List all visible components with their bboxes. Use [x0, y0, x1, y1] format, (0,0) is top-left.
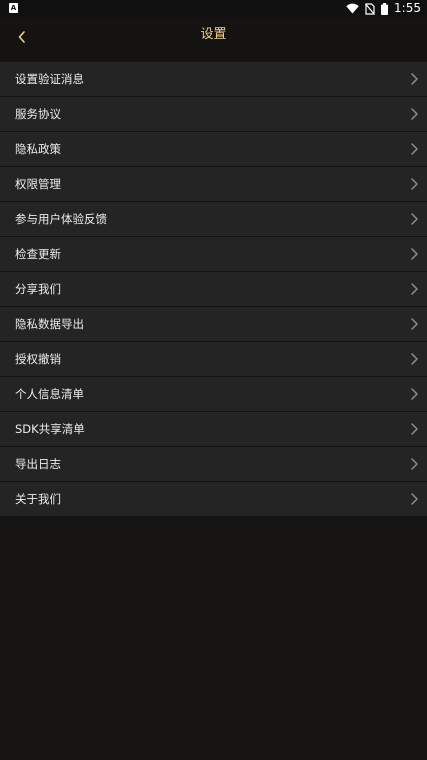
status-time: 1:55 [394, 1, 421, 15]
settings-item-label: 个人信息清单 [15, 387, 84, 401]
status-icons: 1:55 [346, 1, 421, 16]
no-sim-icon [365, 2, 376, 15]
settings-item[interactable]: 分享我们 [0, 272, 427, 307]
settings-item-label: 关于我们 [15, 492, 61, 506]
settings-item-label: 权限管理 [15, 177, 61, 191]
settings-item[interactable]: 隐私数据导出 [0, 307, 427, 342]
chevron-right-icon [411, 248, 418, 260]
settings-item-label: 参与用户体验反馈 [15, 212, 107, 226]
chevron-right-icon [411, 458, 418, 470]
settings-item[interactable]: 个人信息清单 [0, 377, 427, 412]
settings-item[interactable]: 关于我们 [0, 482, 427, 517]
settings-item[interactable]: 参与用户体验反馈 [0, 202, 427, 237]
chevron-right-icon [411, 143, 418, 155]
chevron-right-icon [411, 283, 418, 295]
settings-item[interactable]: SDK共享清单 [0, 412, 427, 447]
settings-item-label: SDK共享清单 [15, 422, 85, 436]
settings-item[interactable]: 导出日志 [0, 447, 427, 482]
chevron-right-icon [411, 108, 418, 120]
chevron-right-icon [411, 423, 418, 435]
notification-badge-label: A [10, 4, 17, 12]
chevron-right-icon [411, 318, 418, 330]
settings-item-label: 检查更新 [15, 247, 61, 261]
wifi-icon [346, 3, 359, 14]
settings-item[interactable]: 权限管理 [0, 167, 427, 202]
chevron-right-icon [411, 493, 418, 505]
settings-item[interactable]: 检查更新 [0, 237, 427, 272]
notification-badge: A [9, 3, 18, 13]
chevron-right-icon [411, 353, 418, 365]
settings-item[interactable]: 隐私政策 [0, 132, 427, 167]
settings-item-label: 设置验证消息 [15, 72, 84, 86]
app-bar: 设置 [0, 17, 427, 60]
settings-item[interactable]: 设置验证消息 [0, 62, 427, 97]
settings-item-label: 授权撤销 [15, 352, 61, 366]
settings-list: 设置验证消息 服务协议隐私政策权限管理参与用户体验反馈 检查更新分享我们隐私数据导出… [0, 62, 427, 517]
chevron-right-icon [411, 213, 418, 225]
settings-item-label: 隐私数据导出 [15, 317, 84, 331]
chevron-right-icon [411, 388, 418, 400]
chevron-right-icon [411, 178, 418, 190]
battery-icon [381, 2, 389, 15]
page-title: 设置 [200, 27, 227, 42]
status-bar: A 1:55 [0, 0, 427, 17]
settings-item[interactable]: 授权撤销 [0, 342, 427, 377]
chevron-right-icon [411, 73, 418, 85]
settings-item-label: 服务协议 [15, 107, 61, 121]
settings-item[interactable]: 服务协议 [0, 97, 427, 132]
settings-item-label: 导出日志 [15, 457, 61, 471]
settings-item-label: 隐私政策 [15, 142, 61, 156]
settings-item-label: 分享我们 [15, 282, 61, 296]
